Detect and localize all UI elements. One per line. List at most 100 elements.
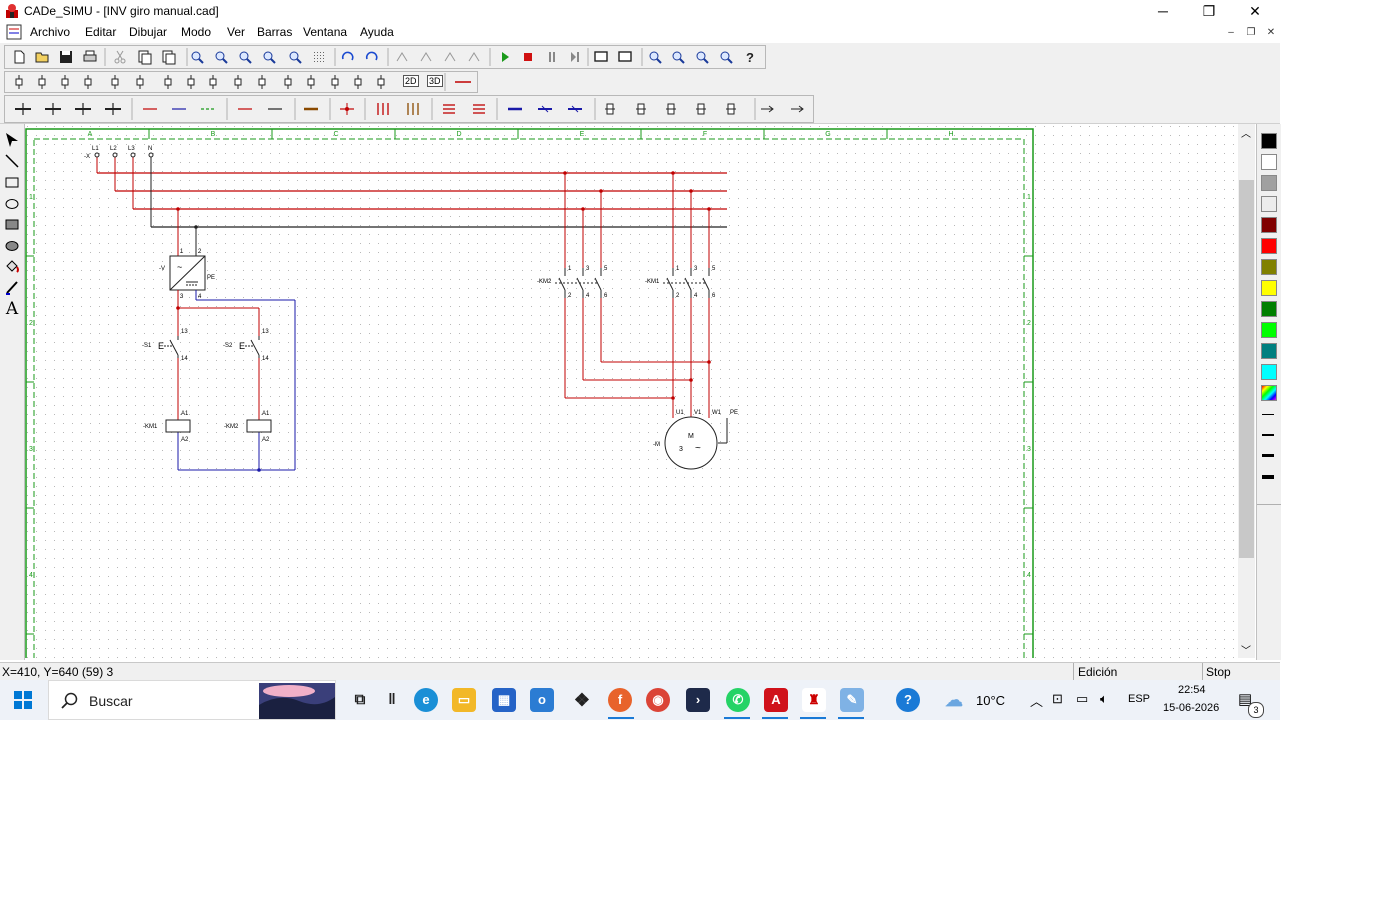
terminal-tool-icon[interactable] [284, 75, 292, 89]
connector-male-icon[interactable] [761, 105, 774, 113]
schematic[interactable]: A B C D E F G H 1 1 2 2 3 3 4 4 L1 L2 L3 N -X [25, 124, 1238, 658]
sensor-tool-icon[interactable] [209, 75, 217, 89]
cade-simu-taskbar-icon[interactable]: ♜ [802, 688, 826, 712]
windows-start-icon[interactable] [14, 691, 32, 709]
color-swatch-8[interactable] [1261, 301, 1277, 317]
copy-icon[interactable] [138, 50, 152, 65]
fill-tool[interactable] [3, 258, 21, 276]
vertical-bus-2-icon[interactable] [407, 103, 419, 115]
undo-icon[interactable] [341, 51, 354, 61]
line-tool[interactable] [3, 153, 21, 171]
horizontal-bus-icon[interactable] [443, 104, 455, 114]
color-swatch-10[interactable] [1261, 343, 1277, 359]
clock-time[interactable]: 22:54 [1178, 684, 1206, 696]
select-screen-icon[interactable] [618, 51, 632, 62]
menu-archivo[interactable]: Archivo [30, 25, 70, 39]
mirror-h-icon[interactable] [420, 52, 432, 62]
battery-icon[interactable]: ▭ [1076, 691, 1088, 707]
help-icon[interactable]: ? [746, 50, 754, 65]
binoculars-icon[interactable] [289, 51, 302, 64]
pilot-lamp-tool-icon[interactable] [354, 75, 362, 89]
filled-ellipse-tool[interactable] [3, 237, 21, 255]
power-supply-tool-icon[interactable] [15, 75, 23, 89]
paste-icon[interactable] [162, 50, 176, 65]
coil-km1[interactable] [165, 419, 191, 433]
zoom-in-icon[interactable] [649, 51, 662, 64]
new-icon[interactable] [14, 50, 25, 64]
2d-button[interactable]: 2D [403, 75, 419, 87]
junction-icon[interactable] [340, 103, 354, 115]
timer-tool-icon[interactable] [377, 75, 385, 89]
step-icon[interactable] [571, 52, 579, 62]
mdi-minimize-button[interactable]: ‒ [1224, 26, 1238, 40]
outlook-icon[interactable]: o [530, 688, 554, 712]
clock-date[interactable]: 15-06-2026 [1163, 702, 1219, 714]
help-tray-icon[interactable]: ? [896, 688, 920, 712]
minimize-button[interactable]: ─ [1140, 0, 1186, 22]
select-arrow-tool[interactable] [3, 132, 21, 150]
contact-nc-tool-icon[interactable] [187, 75, 195, 89]
color-swatch-4[interactable] [1261, 217, 1277, 233]
zoom-plus-icon[interactable] [720, 51, 733, 64]
scrollbar-thumb[interactable] [1239, 180, 1254, 558]
cross-connection-4-icon[interactable] [105, 103, 121, 115]
volume-icon[interactable]: 🔈︎ [1100, 691, 1108, 707]
line-width-1[interactable] [1262, 414, 1274, 415]
screen-icon[interactable] [594, 51, 608, 62]
play-icon[interactable] [502, 52, 509, 62]
motor[interactable] [664, 416, 718, 470]
drawing-canvas[interactable]: ABCDEFGH11223344 L1 L2 L3 N -X ~ -V PE 1… [25, 124, 1238, 658]
zoom-page-icon[interactable] [696, 51, 709, 64]
text-tool[interactable]: A [3, 300, 21, 318]
maximize-button[interactable]: ❐ [1186, 0, 1232, 22]
task-view-icon[interactable]: ⧉ [348, 688, 372, 712]
dropbox-icon[interactable]: ❖ [570, 688, 594, 712]
bridge-blue-icon[interactable] [538, 105, 552, 113]
filled-rectangle-tool[interactable] [3, 216, 21, 234]
cut-icon[interactable] [114, 50, 126, 64]
relay-tool-icon[interactable] [234, 75, 242, 89]
multi-terminal-2-icon[interactable] [696, 103, 706, 115]
plug-tool-icon[interactable] [307, 75, 315, 89]
network-icon[interactable]: ⊡ [1052, 691, 1063, 707]
vertical-bus-icon[interactable] [377, 103, 389, 115]
three-phase-switch-tool-icon[interactable] [84, 75, 92, 89]
file-explorer-icon[interactable]: ▭ [452, 688, 476, 712]
color-swatch-11[interactable] [1261, 364, 1277, 380]
scroll-up-icon[interactable]: ︿ [1241, 125, 1251, 140]
bridge-blue-2-icon[interactable] [568, 105, 582, 113]
color-swatch-7[interactable] [1261, 280, 1277, 296]
motor-tool-icon[interactable] [258, 75, 266, 89]
redo-icon[interactable] [365, 51, 378, 61]
save-icon[interactable] [60, 51, 72, 63]
pen-color-tool[interactable] [3, 279, 21, 297]
color-swatch-12[interactable] [1261, 385, 1277, 401]
paint-icon[interactable]: ✎ [840, 688, 864, 712]
cross-connection-1-icon[interactable] [15, 103, 31, 115]
color-swatch-6[interactable] [1261, 259, 1277, 275]
mirror-icon[interactable] [396, 52, 408, 62]
find-next-icon[interactable] [215, 51, 228, 64]
print-icon[interactable] [83, 50, 97, 62]
scroll-down-icon[interactable]: ﹀ [1241, 642, 1251, 657]
zoom-out-icon[interactable] [672, 51, 685, 64]
language-indicator[interactable]: ESP [1128, 693, 1150, 705]
line-width-3[interactable] [1262, 454, 1274, 457]
color-swatch-1[interactable] [1261, 154, 1277, 170]
pause-icon[interactable] [549, 52, 555, 62]
open-icon[interactable] [35, 52, 49, 63]
taskbar-search[interactable]: Buscar [48, 680, 336, 720]
widgets-icon[interactable]: ‖ [380, 688, 404, 712]
cross-connection-3-icon[interactable] [75, 103, 91, 115]
pushbutton-tool-icon[interactable] [111, 75, 119, 89]
terminal-strip-icon[interactable] [636, 103, 646, 115]
color-swatch-2[interactable] [1261, 175, 1277, 191]
acrobat-icon[interactable]: A [764, 688, 788, 712]
multi-terminal-3-icon[interactable] [726, 103, 736, 115]
menu-editar[interactable]: Editar [85, 25, 116, 39]
edge-icon[interactable]: e [414, 688, 438, 712]
powershell-icon[interactable]: › [686, 688, 710, 712]
color-swatch-9[interactable] [1261, 322, 1277, 338]
coil-km2[interactable] [246, 419, 272, 433]
cross-connection-2-icon[interactable] [45, 103, 61, 115]
